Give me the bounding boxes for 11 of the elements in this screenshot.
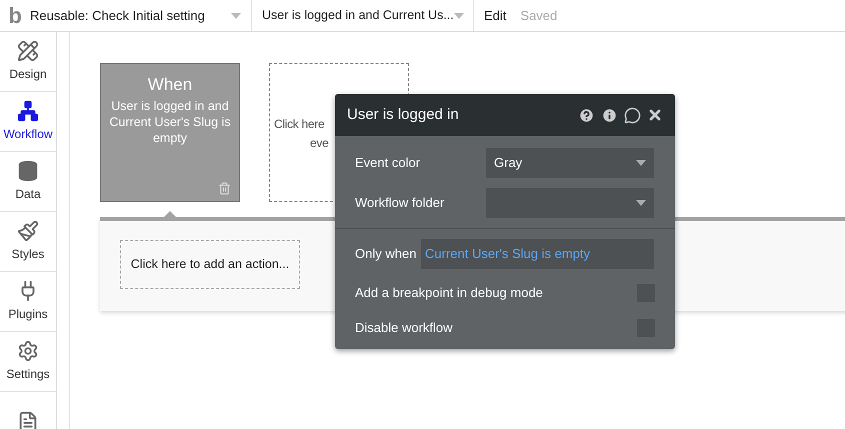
popup-title: User is logged in (347, 104, 460, 125)
field-label: Workflow folder (355, 194, 446, 212)
saved-status: Saved (520, 6, 558, 25)
event-title: When (148, 74, 192, 96)
field-label: Event color (355, 154, 422, 172)
new-event-text: eve (310, 135, 328, 152)
option-label: Disable workflow (355, 319, 453, 338)
option-label: Add a breakpoint in debug mode (355, 284, 543, 302)
field-label: Only when (355, 245, 418, 264)
new-event-text: Click here (274, 116, 324, 133)
event-description: User is logged in and Current User's Slug is empty (108, 98, 232, 146)
